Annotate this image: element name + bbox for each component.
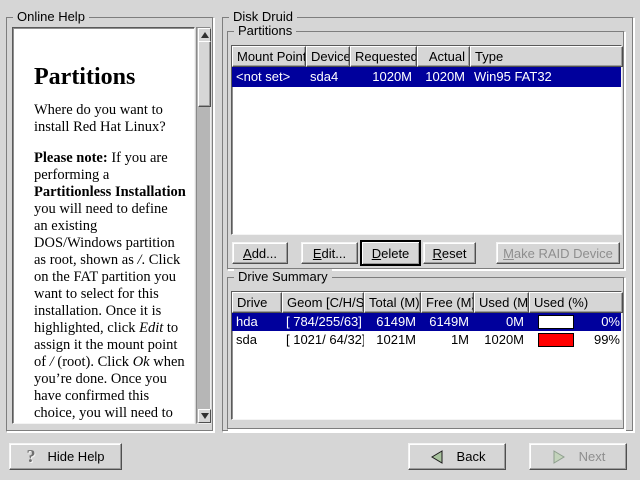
drive-cell-used: 0M	[474, 313, 529, 331]
help-text-area: Partitions Where do you want toinstall R…	[12, 27, 195, 424]
hide-help-button[interactable]: ? Hide Help	[9, 443, 122, 470]
help-text-line: on the FAT partition you	[34, 269, 186, 286]
drive-cell-used-pct: 0%	[529, 313, 623, 331]
help-text-line: Please note: If you are	[34, 150, 186, 167]
arrow-right-icon	[551, 449, 567, 465]
drive-summary-frame-label: Drive Summary	[234, 269, 332, 285]
partitions-table-rows: <not set>sda41020M1020MWin95 FAT32	[232, 67, 621, 87]
help-text-line: assign it the mount point	[34, 337, 186, 354]
drive-cell-total: 1021M	[364, 331, 421, 349]
column-header-drive[interactable]: Drive	[232, 292, 282, 313]
help-text-line: you will need to define	[34, 201, 186, 218]
reset-button[interactable]: Reset	[423, 242, 476, 264]
partitions-button-row: Add... Edit... Delete Reset Make RAID Device	[231, 240, 622, 266]
help-text-line: highlighted, click Edit to	[34, 320, 186, 337]
drive-cell-drive: hda	[232, 313, 282, 331]
used-percent-label: 99%	[586, 331, 620, 349]
used-percent-bar	[538, 315, 574, 329]
delete-button[interactable]: Delete	[360, 240, 421, 266]
drive-summary-table: DriveGeom [C/H/S]Total (M)Free (M)Used (…	[231, 291, 622, 420]
drive-row[interactable]: sda[ 1021/ 64/32]1021M1M1020M 99%	[232, 331, 621, 349]
drive-cell-total: 6149M	[364, 313, 421, 331]
partition-cell-actual: 1020M	[417, 67, 470, 87]
partition-cell-device: sda4	[306, 67, 350, 87]
help-text-line: want to select for this	[34, 286, 186, 303]
next-label: Next	[579, 449, 606, 464]
help-paragraph: Where do you want toinstall Red Hat Linu…	[34, 102, 186, 136]
column-header-used[interactable]: Used (%)	[529, 292, 623, 313]
help-paragraph: Please note: If you areperforming aParti…	[34, 150, 186, 424]
help-text-line: Where do you want to	[34, 102, 186, 119]
drive-cell-used-pct: 99%	[529, 331, 623, 349]
back-label: Back	[457, 449, 486, 464]
column-header-geom-c-h-s[interactable]: Geom [C/H/S]	[282, 292, 364, 313]
partitions-frame-label: Partitions	[234, 23, 296, 39]
next-button[interactable]: Next	[529, 443, 627, 470]
used-percent-bar	[538, 333, 574, 347]
drive-summary-table-header: DriveGeom [C/H/S]Total (M)Free (M)Used (…	[232, 292, 621, 313]
drive-cell-geom: [ 784/255/63]	[282, 313, 364, 331]
partition-cell-requested: 1020M	[350, 67, 417, 87]
column-header-mount-point[interactable]: Mount Point	[232, 46, 306, 67]
help-text-line: performing a	[34, 167, 186, 184]
help-text-line: install Red Hat Linux?	[34, 119, 186, 136]
help-text-line: you’re done. Once you	[34, 371, 186, 388]
question-mark-icon: ?	[26, 446, 35, 467]
button-label: Make RAID Device	[503, 246, 613, 261]
partition-cell-type: Win95 FAT32	[470, 67, 623, 87]
drive-cell-used: 1020M	[474, 331, 529, 349]
help-text-line: of / (root). Click Ok when	[34, 354, 186, 371]
drive-cell-geom: [ 1021/ 64/32]	[282, 331, 364, 349]
drive-cell-free: 1M	[421, 331, 474, 349]
button-label: Delete	[372, 246, 410, 261]
help-text-line: Partitionless Installation	[34, 184, 186, 201]
back-button[interactable]: Back	[408, 443, 506, 470]
partitions-table-header: Mount PointDeviceRequestedActualType	[232, 46, 621, 67]
used-percent-label: 0%	[586, 313, 620, 331]
online-help-frame-label: Online Help	[13, 9, 89, 25]
button-label: Reset	[433, 246, 467, 261]
column-header-used-m[interactable]: Used (M)	[474, 292, 529, 313]
help-title: Partitions	[34, 64, 186, 90]
scroll-down-icon[interactable]	[198, 409, 211, 423]
used-percent-bar-fill	[539, 334, 573, 346]
column-header-requested[interactable]: Requested	[350, 46, 417, 67]
scrollbar-thumb[interactable]	[198, 41, 211, 107]
add-button[interactable]: Add...	[232, 242, 288, 264]
column-header-actual[interactable]: Actual	[417, 46, 470, 67]
column-header-device[interactable]: Device	[306, 46, 350, 67]
hide-help-label: Hide Help	[47, 449, 104, 464]
help-content: Partitions Where do you want toinstall R…	[13, 28, 194, 424]
help-scrollbar[interactable]	[196, 27, 211, 424]
partition-cell-mount-point: <not set>	[232, 67, 306, 87]
help-text-line: have confirmed this	[34, 388, 186, 405]
scroll-up-icon[interactable]	[198, 28, 211, 42]
drive-row[interactable]: hda[ 784/255/63]6149M6149M0M0%	[232, 313, 621, 331]
column-header-total-m[interactable]: Total (M)	[364, 292, 421, 313]
help-body: Where do you want toinstall Red Hat Linu…	[34, 102, 186, 424]
help-text-line: installation. Once it is	[34, 303, 186, 320]
drive-summary-table-rows: hda[ 784/255/63]6149M6149M0M0%sda[ 1021/…	[232, 313, 621, 349]
partition-row[interactable]: <not set>sda41020M1020MWin95 FAT32	[232, 67, 621, 87]
column-header-type[interactable]: Type	[470, 46, 623, 67]
button-label: Edit...	[313, 246, 346, 261]
drive-cell-drive: sda	[232, 331, 282, 349]
make-raid-device-button[interactable]: Make RAID Device	[496, 242, 620, 264]
partitions-table: Mount PointDeviceRequestedActualType <no…	[231, 45, 622, 235]
help-text-line: as root, shown as /. Click	[34, 252, 186, 269]
column-header-free-m[interactable]: Free (M)	[421, 292, 474, 313]
drive-cell-free: 6149M	[421, 313, 474, 331]
button-label: Add...	[243, 246, 277, 261]
arrow-left-icon	[429, 449, 445, 465]
help-text-line: an existing	[34, 218, 186, 235]
help-text-line: define the appropriate	[34, 422, 186, 424]
help-text-line: choice, you will need to	[34, 405, 186, 422]
edit-button[interactable]: Edit...	[301, 242, 358, 264]
help-text-line: DOS/Windows partition	[34, 235, 186, 252]
